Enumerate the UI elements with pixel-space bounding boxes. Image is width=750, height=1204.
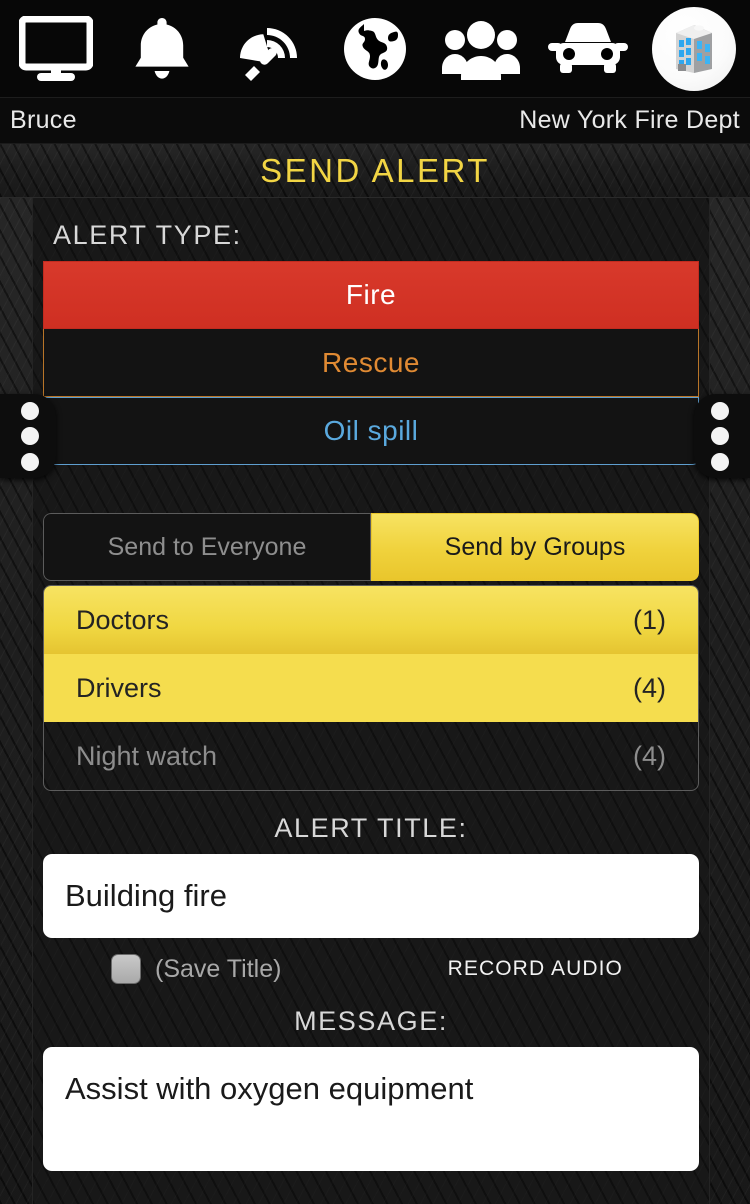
satellite-icon-button[interactable] bbox=[221, 3, 317, 95]
users-icon-button[interactable] bbox=[433, 3, 529, 95]
groups-list: Doctors (1) Drivers (4) Night watch (4) bbox=[43, 585, 699, 791]
group-count: (4) bbox=[633, 672, 666, 703]
send-to-everyone-button[interactable]: Send to Everyone bbox=[43, 513, 371, 581]
bell-icon bbox=[131, 14, 193, 84]
organization-avatar-button[interactable] bbox=[646, 3, 742, 95]
send-mode-toggle: Send to Everyone Send by Groups bbox=[43, 513, 699, 581]
message-input[interactable]: Assist with oxygen equipment bbox=[43, 1047, 699, 1171]
group-name: Doctors bbox=[76, 604, 170, 635]
group-count: (1) bbox=[633, 604, 666, 635]
alert-title-label: ALERT TITLE: bbox=[274, 813, 468, 843]
user-name: Bruce bbox=[10, 106, 77, 134]
alert-title-input[interactable]: Building fire bbox=[43, 854, 699, 938]
page-header: SEND ALERT bbox=[0, 144, 750, 198]
record-audio-button[interactable]: RECORD AUDIO bbox=[448, 957, 623, 981]
handle-dot-icon bbox=[21, 427, 39, 445]
save-title-checkbox[interactable] bbox=[111, 954, 141, 984]
alert-type-option-fire[interactable]: Fire bbox=[43, 261, 699, 329]
send-alert-screen: Bruce New York Fire Dept SEND ALERT ALER… bbox=[0, 0, 750, 1204]
car-icon-button[interactable] bbox=[540, 3, 636, 95]
alert-type-rescue-label: Rescue bbox=[322, 346, 420, 378]
organization-name: New York Fire Dept bbox=[519, 106, 740, 134]
user-info-bar: Bruce New York Fire Dept bbox=[0, 98, 750, 144]
satellite-icon bbox=[234, 14, 304, 84]
group-count: (4) bbox=[633, 740, 666, 771]
send-by-groups-button[interactable]: Send by Groups bbox=[371, 513, 699, 581]
save-title-row: (Save Title) RECORD AUDIO bbox=[43, 954, 699, 984]
content-panel: ALERT TYPE: Fire Rescue Oil spill Send t… bbox=[32, 198, 710, 1204]
alert-type-label: ALERT TYPE: bbox=[53, 220, 242, 250]
alert-type-option-rescue[interactable]: Rescue bbox=[43, 329, 699, 397]
group-name: Drivers bbox=[76, 672, 162, 703]
alert-type-oil-spill-label: Oil spill bbox=[323, 415, 419, 446]
handle-dot-icon bbox=[21, 401, 39, 420]
alert-type-group: Fire Rescue Oil spill bbox=[43, 261, 699, 465]
message-label: MESSAGE: bbox=[294, 1006, 448, 1036]
globe-icon-button[interactable] bbox=[327, 3, 423, 95]
group-name: Night watch bbox=[76, 740, 218, 771]
avatar bbox=[651, 6, 736, 91]
bell-icon-button[interactable] bbox=[114, 3, 210, 95]
group-row-doctors[interactable]: Doctors (1) bbox=[44, 586, 698, 654]
left-drawer-handle[interactable] bbox=[0, 394, 56, 478]
monitor-icon-button[interactable] bbox=[8, 3, 104, 95]
handle-dot-icon bbox=[711, 401, 729, 420]
alert-type-option-oil-spill[interactable]: Oil spill bbox=[43, 397, 699, 465]
building-avatar-icon bbox=[666, 19, 722, 79]
send-to-everyone-label: Send to Everyone bbox=[107, 532, 307, 561]
save-title-label: (Save Title) bbox=[155, 954, 282, 983]
right-drawer-handle[interactable] bbox=[694, 394, 750, 478]
group-row-night-watch[interactable]: Night watch (4) bbox=[44, 722, 698, 790]
send-by-groups-label: Send by Groups bbox=[444, 532, 626, 561]
handle-dot-icon bbox=[711, 452, 729, 471]
group-row-drivers[interactable]: Drivers (4) bbox=[44, 654, 698, 722]
monitor-icon bbox=[19, 15, 93, 82]
page-title: SEND ALERT bbox=[260, 151, 490, 189]
page-body: ALERT TYPE: Fire Rescue Oil spill Send t… bbox=[0, 198, 750, 1204]
globe-icon bbox=[340, 14, 410, 84]
alert-type-fire-label: Fire bbox=[345, 279, 397, 310]
car-icon bbox=[547, 19, 628, 79]
handle-dot-icon bbox=[711, 427, 729, 445]
top-toolbar bbox=[0, 0, 750, 98]
handle-dot-icon bbox=[21, 452, 39, 471]
users-icon bbox=[442, 18, 521, 80]
